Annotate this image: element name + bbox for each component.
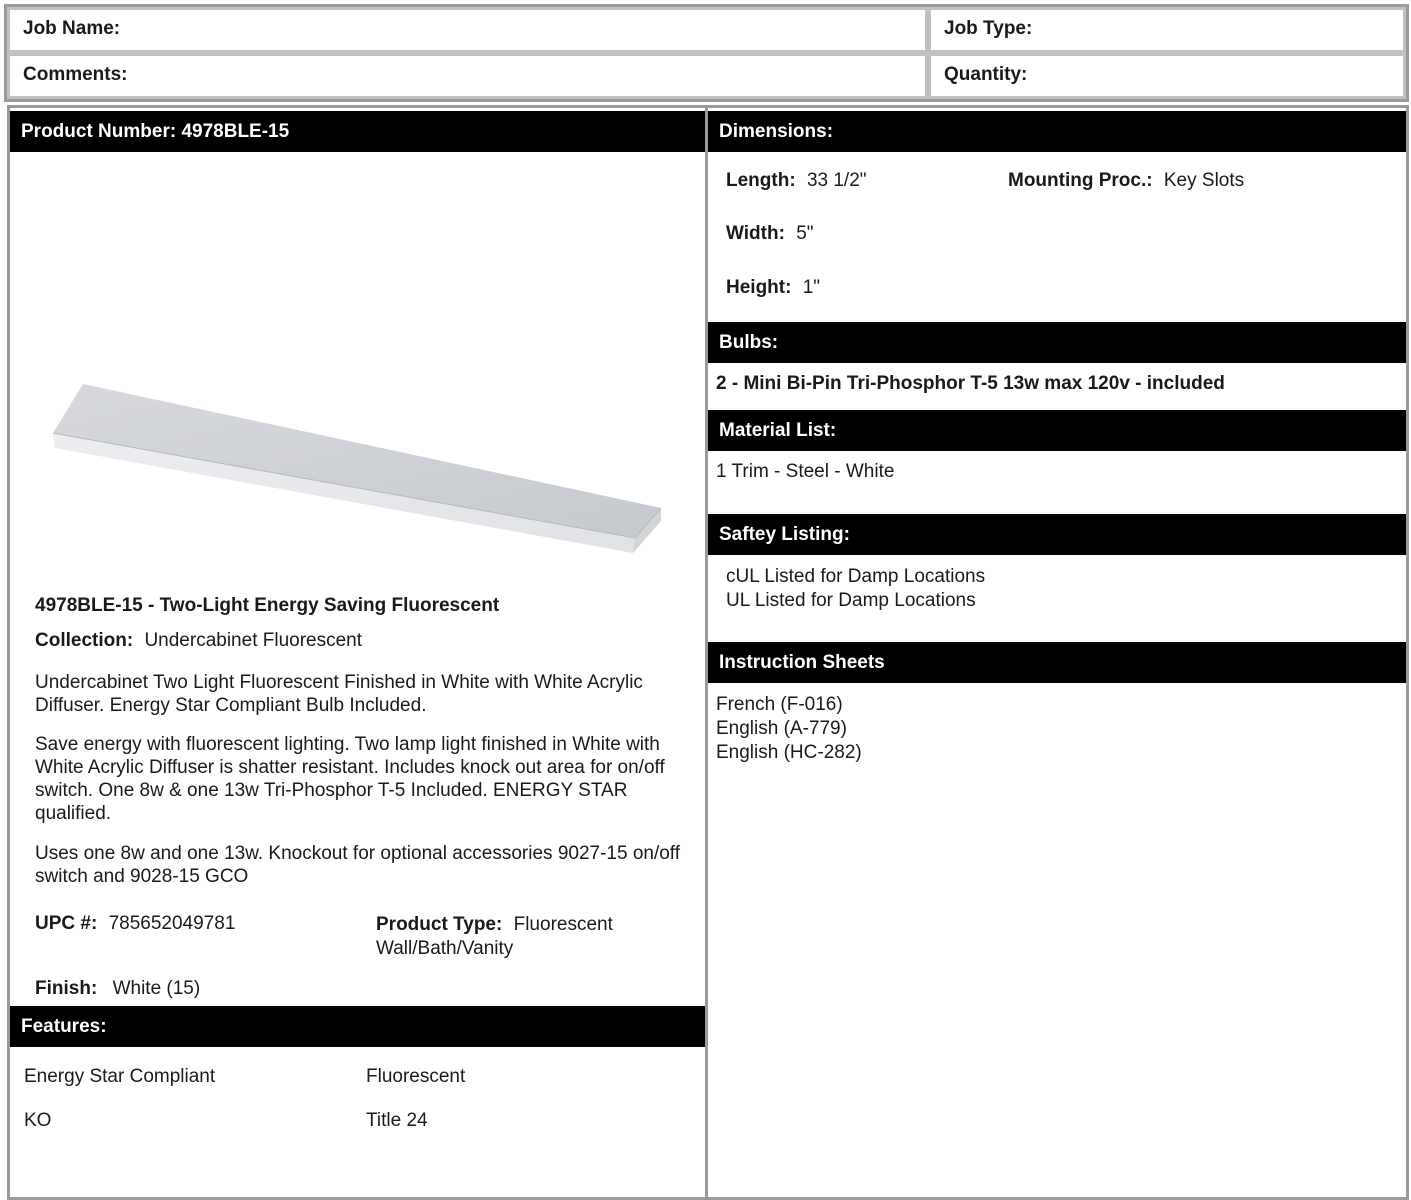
job-name-label: Job Name: [23,18,121,39]
feature-item: Energy Star Compliant [24,1066,216,1087]
feature-item: Fluorescent [366,1066,466,1087]
product-panel: Product Number: 4978BLE-15 4978BLE-15 - … [7,105,708,1200]
instruction-sheet-link[interactable]: English (HC-282) [716,741,862,765]
instruction-sheet-link[interactable]: French (F-016) [716,693,862,717]
description-2: Save energy with fluorescent lighting. T… [35,734,665,824]
instructions-heading: Instruction Sheets [708,642,1406,683]
product-number-heading: Product Number: 4978BLE-15 [10,111,705,152]
length-value: 33 1/2" [806,170,867,191]
upc-label: UPC #: [35,913,98,934]
bulbs-heading: Bulbs: [708,322,1406,363]
quantity-label: Quantity: [944,64,1028,85]
collection-row: Collection: Undercabinet Fluorescent [35,630,362,652]
mounting-label: Mounting Proc.: [1008,170,1153,191]
safety-heading: Saftey Listing: [708,514,1406,555]
dimensions-heading: Dimensions: [708,111,1406,152]
upc-value: 785652049781 [108,913,236,934]
material-value: 1 Trim - Steel - White [716,461,895,482]
instructions-heading-text: Instruction Sheets [719,651,885,673]
collection-label: Collection: [35,630,134,651]
height-row: Height: 1" [726,277,820,299]
job-type-label: Job Type: [944,18,1033,39]
height-label: Height: [726,277,792,298]
description-1: Undercabinet Two Light Fluorescent Finis… [35,672,643,716]
feature-item: KO [24,1110,52,1131]
quantity-cell: Quantity: [928,53,1406,99]
bulbs-value: 2 - Mini Bi-Pin Tri-Phosphor T-5 13w max… [716,373,1225,394]
mounting-value: Key Slots [1163,170,1245,191]
safety-item: UL Listed for Damp Locations [726,590,976,611]
width-label: Width: [726,223,785,244]
material-heading-text: Material List: [719,419,837,441]
instruction-sheet-link[interactable]: English (A-779) [716,717,862,741]
material-heading: Material List: [708,410,1406,451]
safety-heading-text: Saftey Listing: [719,523,850,545]
product-type-row: Product Type: Fluorescent Wall/Bath/Vani… [376,913,686,961]
product-type-label: Product Type: [376,914,503,935]
comments-cell: Comments: [7,53,928,99]
mounting-row: Mounting Proc.: Key Slots [1008,170,1244,192]
description-3: Uses one 8w and one 13w. Knockout for op… [35,843,681,887]
height-value: 1" [802,277,821,298]
finish-value: White (15) [112,978,201,999]
features-heading-text: Features: [21,1015,107,1037]
safety-list: cUL Listed for Damp Locations UL Listed … [726,565,985,613]
finish-row: Finish: White (15) [35,978,200,1000]
instruction-list: French (F-016) English (A-779) English (… [716,693,862,765]
safety-item: cUL Listed for Damp Locations [726,566,986,587]
collection-value: Undercabinet Fluorescent [144,630,363,651]
product-title: 4978BLE-15 - Two-Light Energy Saving Flu… [35,595,500,616]
upc-row: UPC #: 785652049781 [35,913,235,935]
feature-item: Title 24 [366,1110,428,1131]
comments-label: Comments: [23,64,128,85]
features-heading: Features: [10,1006,705,1047]
length-row: Length: 33 1/2" [726,170,867,192]
bulbs-heading-text: Bulbs: [719,331,779,353]
width-row: Width: 5" [726,223,814,245]
job-info-grid: Job Name: Job Type: Comments: Quantity: [4,4,1409,102]
job-name-cell: Job Name: [7,7,928,53]
finish-label: Finish: [35,978,98,999]
specs-panel: Dimensions: Length: 33 1/2" Mounting Pro… [705,105,1409,1200]
fluorescent-fixture-image [52,384,662,553]
dimensions-heading-text: Dimensions: [719,120,834,142]
length-label: Length: [726,170,796,191]
product-number-text: Product Number: 4978BLE-15 [21,120,290,142]
width-value: 5" [796,223,814,244]
job-type-cell: Job Type: [928,7,1406,53]
